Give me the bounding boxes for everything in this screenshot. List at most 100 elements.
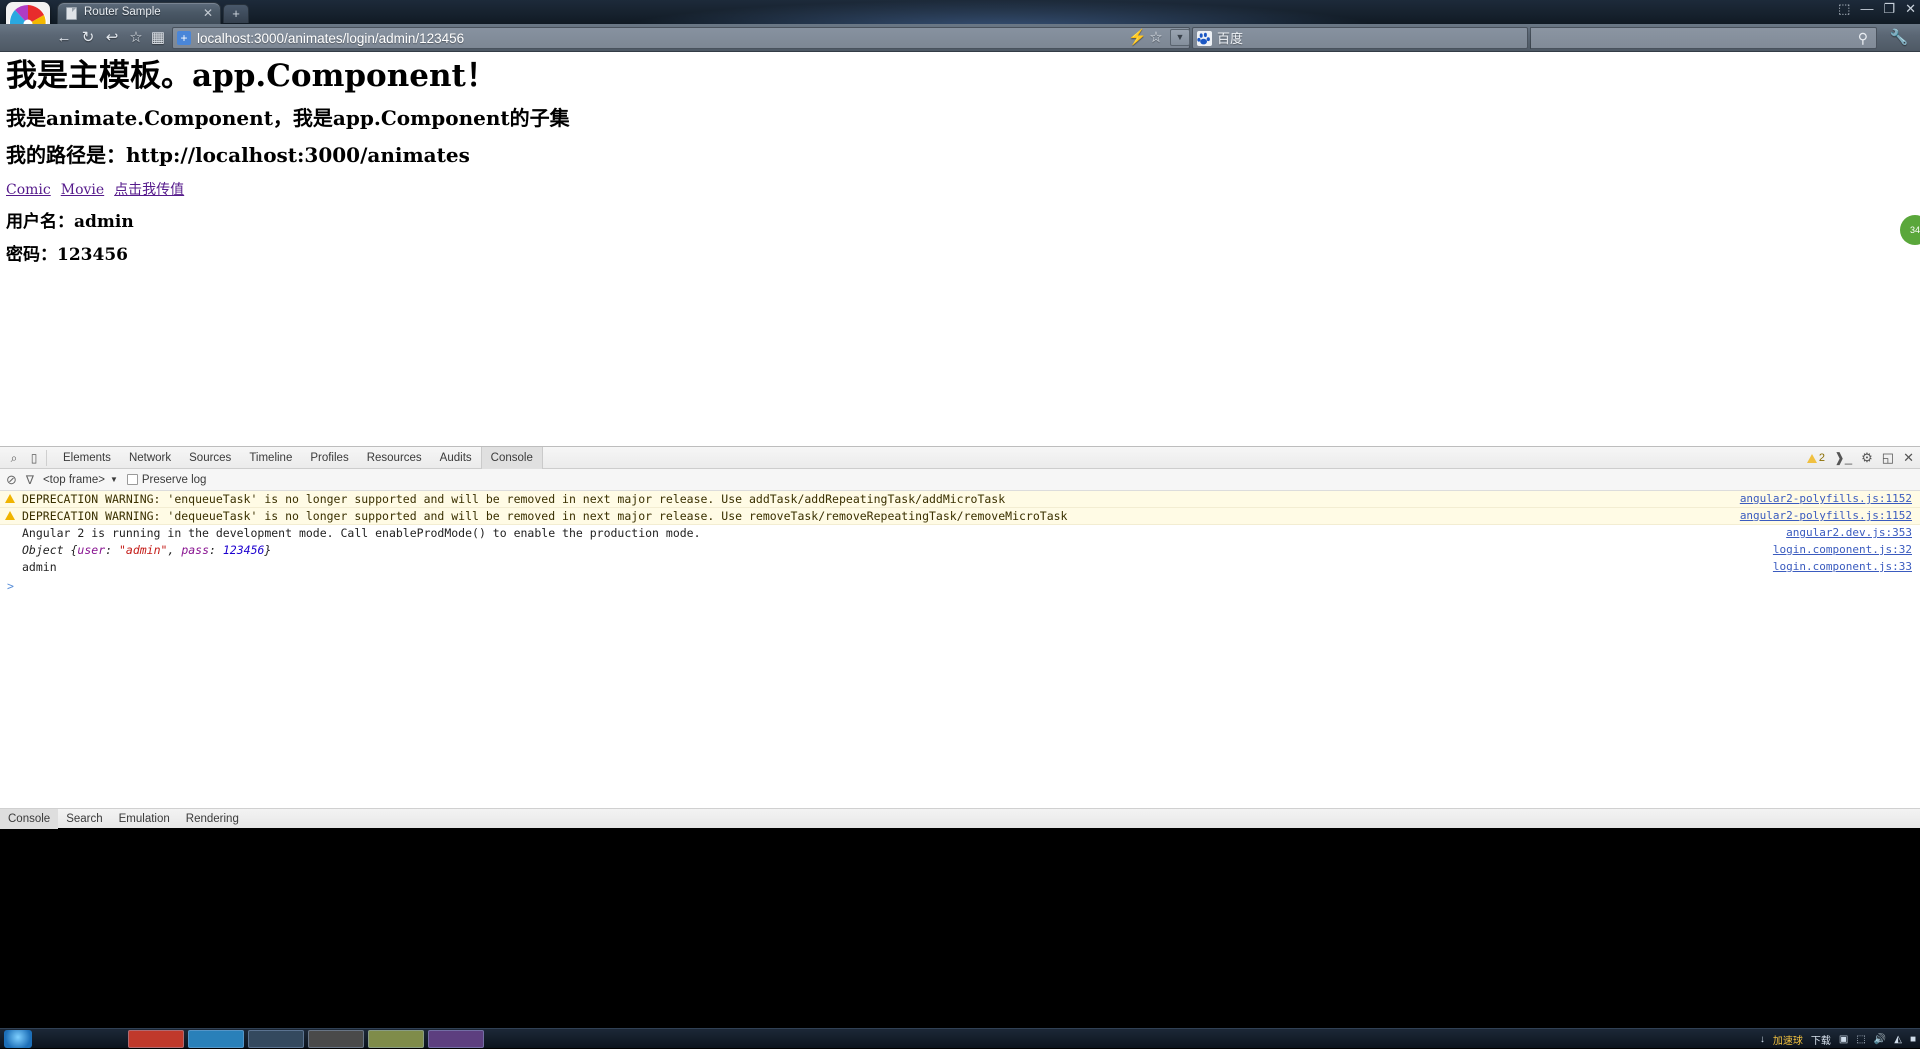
console-row-text: admin xyxy=(22,560,57,574)
search-icon[interactable]: ⚲ xyxy=(1858,30,1868,47)
taskbar-item[interactable] xyxy=(188,1030,244,1048)
show-desktop-button[interactable]: ■ xyxy=(1910,1034,1916,1045)
prompt-caret-icon: > xyxy=(7,579,14,593)
window-extra-icon[interactable]: ⬚ xyxy=(1838,2,1850,16)
chevron-down-icon[interactable]: ▼ xyxy=(1170,29,1190,46)
console-row-source-link[interactable]: angular2-polyfills.js:1152 xyxy=(1740,509,1912,523)
dock-position-icon[interactable]: ◱ xyxy=(1882,447,1894,469)
tray-icon-chevron[interactable]: ↓ xyxy=(1760,1034,1765,1045)
window-maximize-icon[interactable]: ❐ xyxy=(1883,2,1895,16)
devtools-drawer-tabs: Console Search Emulation Rendering xyxy=(0,808,1920,828)
frame-selector[interactable]: <top frame> ▼ xyxy=(43,474,118,486)
preserve-log-toggle[interactable]: Preserve log xyxy=(127,474,207,486)
console-input-prompt[interactable]: > xyxy=(0,576,1920,594)
tray-download-label[interactable]: 下载 xyxy=(1811,1032,1831,1047)
tab-close-icon[interactable]: ✕ xyxy=(203,6,213,20)
close-icon[interactable]: ✕ xyxy=(1903,447,1914,469)
lightning-icon[interactable]: ⚡ xyxy=(1128,28,1146,48)
favorite-star-icon[interactable]: ☆ xyxy=(1147,28,1165,48)
undo-icon[interactable]: ↩ xyxy=(102,28,122,48)
window-close-icon[interactable]: ✕ xyxy=(1905,2,1916,16)
console-object-value[interactable]: Object {user: "admin", pass: 123456} xyxy=(22,543,271,557)
tab-console[interactable]: Console xyxy=(481,447,543,469)
tray-icon-box[interactable]: ▣ xyxy=(1839,1034,1848,1045)
window-minimize-icon[interactable]: — xyxy=(1860,2,1873,16)
search-engine-selector[interactable]: 百度 xyxy=(1192,27,1528,49)
console-drawer-icon[interactable]: ❱_ xyxy=(1834,447,1852,469)
clear-console-icon[interactable]: ⊘ xyxy=(6,472,17,488)
inspect-element-icon[interactable]: ⌕ xyxy=(5,450,23,466)
page-links: Comic Movie 点击我传值 xyxy=(6,181,194,199)
console-row[interactable]: DEPRECATION WARNING: 'enqueueTask' is no… xyxy=(0,491,1920,508)
console-row-text: DEPRECATION WARNING: 'dequeueTask' is no… xyxy=(22,509,1067,523)
preserve-log-label: Preserve log xyxy=(142,474,207,486)
console-filter-bar: ⊘ ∇ <top frame> ▼ Preserve log xyxy=(0,469,1920,491)
taskbar-item[interactable] xyxy=(428,1030,484,1048)
devtools-toolbar-right: 2 ❱_ ⚙ ◱ ✕ xyxy=(1807,447,1914,469)
console-row-source-link[interactable]: angular2.dev.js:353 xyxy=(1786,526,1912,540)
console-log-list: DEPRECATION WARNING: 'enqueueTask' is no… xyxy=(0,491,1920,594)
tab-profiles[interactable]: Profiles xyxy=(301,447,357,469)
page-viewport: 我是主模板。app.Component！ 我是animate.Component… xyxy=(0,52,1920,446)
tab-network[interactable]: Network xyxy=(120,447,180,469)
baidu-paw-icon xyxy=(1197,31,1212,46)
object-sep: : xyxy=(105,543,119,557)
frame-selector-label: <top frame> xyxy=(43,474,105,486)
link-comic[interactable]: Comic xyxy=(6,182,51,198)
drawer-tab-emulation[interactable]: Emulation xyxy=(111,809,178,829)
taskbar-item[interactable] xyxy=(128,1030,184,1048)
tab-sources[interactable]: Sources xyxy=(180,447,240,469)
taskbar-item[interactable] xyxy=(368,1030,424,1048)
drawer-tab-rendering[interactable]: Rendering xyxy=(178,809,247,829)
drawer-tab-search[interactable]: Search xyxy=(58,809,110,829)
tray-icon-network[interactable]: ⬚ xyxy=(1856,1034,1865,1045)
new-tab-button[interactable]: + xyxy=(223,4,249,23)
search-input[interactable]: ⚲ xyxy=(1531,27,1877,49)
warning-triangle-icon xyxy=(5,511,15,520)
link-movie[interactable]: Movie xyxy=(61,182,104,198)
object-brace-close: } xyxy=(264,543,271,557)
tray-accelerator-label[interactable]: 加速球 xyxy=(1773,1032,1803,1047)
search-engine-label: 百度 xyxy=(1217,30,1243,48)
reload-icon[interactable]: ↻ xyxy=(78,28,98,48)
tab-audits[interactable]: Audits xyxy=(431,447,481,469)
floating-side-badge[interactable]: 34 xyxy=(1900,215,1920,245)
taskbar-items xyxy=(128,1030,484,1048)
device-toolbar-icon[interactable]: ▯ xyxy=(25,450,43,466)
wrench-menu-icon[interactable]: 🔧 xyxy=(1888,28,1910,48)
warning-count-badge[interactable]: 2 xyxy=(1807,452,1825,464)
drawer-tab-console[interactable]: Console xyxy=(0,809,58,829)
console-row[interactable]: Angular 2 is running in the development … xyxy=(0,525,1920,542)
back-icon[interactable]: ← xyxy=(54,28,74,48)
warning-count-value: 2 xyxy=(1819,452,1825,464)
apps-grid-icon[interactable]: ▦ xyxy=(148,28,168,48)
tab-resources[interactable]: Resources xyxy=(358,447,431,469)
page-path-line: 我的路径是：http://localhost:3000/animates xyxy=(6,142,470,168)
browser-tab[interactable]: Router Sample ✕ xyxy=(57,2,221,24)
start-button[interactable] xyxy=(4,1030,32,1048)
console-row[interactable]: DEPRECATION WARNING: 'dequeueTask' is no… xyxy=(0,508,1920,525)
address-bar[interactable]: + localhost:3000/animates/login/admin/12… xyxy=(172,27,1190,49)
tab-timeline[interactable]: Timeline xyxy=(240,447,301,469)
console-row[interactable]: admin login.component.js:33 xyxy=(0,559,1920,576)
chevron-down-icon: ▼ xyxy=(110,475,118,484)
tab-favicon-icon xyxy=(66,7,77,20)
warning-triangle-icon xyxy=(5,494,15,503)
tab-elements[interactable]: Elements xyxy=(54,447,120,469)
preserve-log-checkbox[interactable] xyxy=(127,474,138,485)
taskbar-item[interactable] xyxy=(248,1030,304,1048)
window-controls: ⬚ — ❐ ✕ xyxy=(1838,2,1916,16)
object-value: 123456 xyxy=(223,543,265,557)
gear-icon[interactable]: ⚙ xyxy=(1861,447,1873,469)
tray-icon-misc[interactable]: ◭ xyxy=(1894,1034,1902,1045)
filter-icon[interactable]: ∇ xyxy=(26,473,34,487)
bookmark-star-icon[interactable]: ☆ xyxy=(126,28,146,48)
browser-window: Router Sample ✕ + ⬚ — ❐ ✕ ← ↻ ↩ ☆ ▦ + lo… xyxy=(0,0,1920,1038)
link-pass-value[interactable]: 点击我传值 xyxy=(114,182,184,198)
taskbar-item[interactable] xyxy=(308,1030,364,1048)
console-row[interactable]: Object {user: "admin", pass: 123456} log… xyxy=(0,542,1920,559)
console-row-source-link[interactable]: login.component.js:32 xyxy=(1773,543,1912,557)
console-row-source-link[interactable]: login.component.js:33 xyxy=(1773,560,1912,574)
console-row-source-link[interactable]: angular2-polyfills.js:1152 xyxy=(1740,492,1912,506)
tray-icon-volume[interactable]: 🔊 xyxy=(1874,1034,1886,1045)
